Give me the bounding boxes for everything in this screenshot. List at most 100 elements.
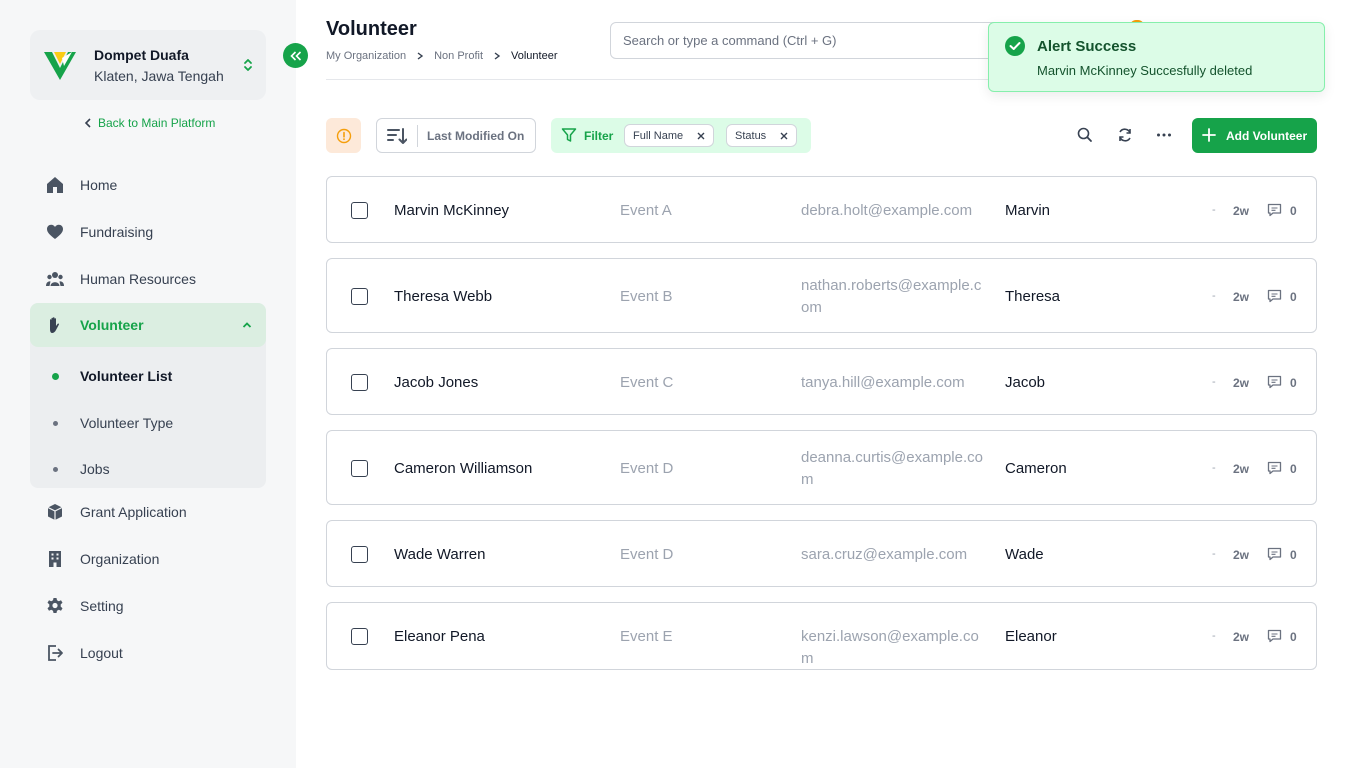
row-checkbox[interactable]	[351, 545, 368, 563]
alert-button[interactable]	[326, 118, 361, 153]
org-logo	[44, 52, 76, 80]
table-row[interactable]: Cameron Williamson Event D deanna.curtis@e…	[326, 430, 1317, 505]
row-dash: -	[1212, 289, 1216, 302]
org-switcher[interactable]: Dompet Duafa Klaten, Jawa Tengah	[30, 30, 266, 100]
row-age: 2w	[1233, 547, 1250, 562]
back-to-main-link[interactable]: Back to Main Platform	[84, 116, 215, 130]
box-icon	[47, 504, 63, 520]
volunteer-event: Event D	[620, 545, 674, 563]
volunteer-event: Event D	[620, 459, 674, 477]
sidebar-item-logout[interactable]: Logout	[30, 631, 266, 675]
comment-count: 0	[1290, 630, 1297, 644]
row-checkbox[interactable]	[351, 201, 368, 219]
row-dash: -	[1212, 630, 1216, 642]
org-location: Klaten, Jawa Tengah	[94, 68, 224, 84]
volunteer-event: Event E	[620, 628, 673, 645]
volunteer-name: Theresa Webb	[394, 287, 493, 305]
sidebar-item-human-resources[interactable]: Human Resources	[30, 257, 266, 301]
sidebar-subitem-label: Volunteer List	[80, 368, 173, 384]
search-icon[interactable]	[1076, 126, 1094, 144]
heart-icon	[47, 224, 63, 239]
close-icon[interactable]	[780, 132, 788, 140]
sidebar-item-fundraising[interactable]: Fundraising	[30, 210, 266, 254]
row-dash: -	[1212, 203, 1216, 216]
logout-icon	[48, 645, 63, 661]
toast-message: Marvin McKinney Succesfully deleted	[1037, 63, 1253, 78]
filter-bar[interactable]: Filter Full Name Status	[551, 118, 811, 153]
breadcrumb-item[interactable]: Non Profit	[434, 50, 483, 62]
sidebar-item-organization[interactable]: Organization	[30, 537, 266, 581]
table-row[interactable]: Theresa Webb Event B nathan.roberts@exampl…	[326, 258, 1317, 333]
breadcrumb-item[interactable]: My Organization	[326, 50, 406, 62]
row-checkbox[interactable]	[351, 459, 368, 477]
volunteer-first-name: Theresa	[1005, 287, 1061, 305]
row-checkbox[interactable]	[351, 628, 368, 645]
sidebar-item-label: Volunteer	[80, 317, 144, 333]
plus-icon	[1202, 128, 1216, 142]
command-search	[610, 22, 1005, 59]
collapse-sidebar-button[interactable]	[283, 43, 308, 68]
alert-icon	[336, 128, 351, 143]
chip-label: Status	[735, 129, 767, 142]
chevron-left-icon	[84, 118, 91, 128]
sort-label: Last Modified On	[427, 129, 525, 143]
filter-chip-status[interactable]: Status	[726, 124, 798, 147]
bullet-dot	[53, 467, 58, 472]
double-chevron-left-icon	[289, 50, 301, 61]
breadcrumb-current: Volunteer	[511, 50, 558, 62]
bullet-dot	[53, 421, 58, 426]
sidebar-item-label: Setting	[80, 598, 124, 614]
comment-icon[interactable]	[1267, 461, 1282, 475]
sidebar-item-label: Fundraising	[80, 224, 154, 240]
sidebar-item-volunteer[interactable]: Volunteer	[30, 303, 266, 347]
sidebar-item-setting[interactable]: Setting	[30, 584, 266, 628]
table-row[interactable]: Wade Warren Event D sara.cruz@example.com W…	[326, 520, 1317, 587]
comment-icon[interactable]	[1267, 547, 1282, 561]
volunteer-first-name: Wade	[1005, 545, 1044, 563]
chip-label: Full Name	[633, 129, 684, 142]
more-icon[interactable]	[1155, 126, 1173, 144]
table-row[interactable]: Marvin McKinney Event A debra.holt@example…	[326, 176, 1317, 243]
command-search-input[interactable]	[611, 23, 1004, 58]
toast-title: Alert Success	[1037, 38, 1137, 55]
sidebar-subitem-volunteer-list[interactable]: Volunteer List	[30, 356, 266, 396]
comment-icon[interactable]	[1267, 629, 1282, 643]
close-icon[interactable]	[697, 132, 705, 140]
volunteer-first-name: Jacob	[1005, 373, 1046, 391]
volunteer-first-name: Cameron	[1005, 459, 1067, 477]
volunteer-event: Event A	[620, 201, 672, 219]
volunteer-name: Marvin McKinney	[394, 201, 510, 219]
sort-icon	[387, 128, 407, 144]
sidebar-item-grant-application[interactable]: Grant Application	[30, 490, 266, 534]
sidebar-item-label: Human Resources	[80, 271, 196, 287]
refresh-icon[interactable]	[1116, 126, 1134, 144]
table-row[interactable]: Jacob Jones Event C tanya.hill@example.com…	[326, 348, 1317, 415]
sidebar-subitem-volunteer-type[interactable]: Volunteer Type	[30, 403, 266, 443]
row-age: 2w	[1233, 289, 1250, 304]
gear-icon	[47, 598, 63, 613]
sidebar-item-label: Grant Application	[80, 504, 187, 520]
filter-chip-full-name[interactable]: Full Name	[624, 124, 715, 147]
row-checkbox[interactable]	[351, 287, 368, 305]
sidebar-item-home[interactable]: Home	[30, 163, 266, 207]
row-age: 2w	[1233, 630, 1250, 644]
sidebar-item-label: Home	[80, 177, 118, 193]
volunteer-event: Event C	[620, 373, 674, 391]
row-checkbox[interactable]	[351, 373, 368, 391]
add-volunteer-button[interactable]: Add Volunteer	[1192, 118, 1317, 153]
volunteer-name: Wade Warren	[394, 545, 486, 563]
comment-icon[interactable]	[1267, 375, 1282, 389]
comment-icon[interactable]	[1267, 289, 1282, 303]
volunteer-email: deanna.curtis@example.com	[801, 448, 983, 488]
success-toast: Alert Success Marvin McKinney Succesfull…	[988, 22, 1325, 92]
row-dash: -	[1212, 547, 1216, 560]
comment-icon[interactable]	[1267, 203, 1282, 217]
row-age: 2w	[1233, 375, 1250, 390]
sidebar-item-label: Organization	[80, 551, 160, 567]
chevron-up-icon	[242, 322, 252, 328]
volunteer-email: tanya.hill@example.com	[801, 373, 965, 391]
sort-button[interactable]: Last Modified On	[376, 118, 536, 153]
table-row[interactable]: Eleanor Pena Event E kenzi.lawson@example.…	[326, 602, 1317, 670]
sidebar-subitem-jobs[interactable]: Jobs	[30, 449, 266, 489]
volunteer-email: sara.cruz@example.com	[801, 545, 968, 563]
